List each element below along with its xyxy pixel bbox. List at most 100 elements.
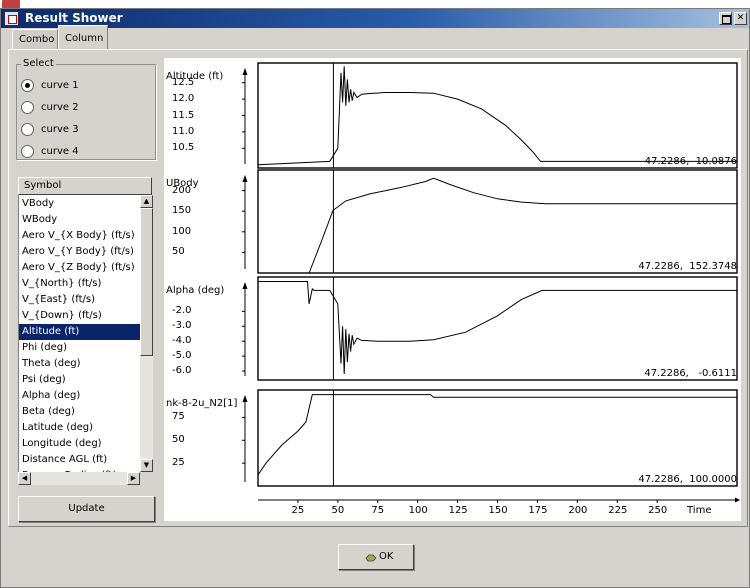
radio-button[interactable] [21,123,34,136]
x-axis-label: Time [687,505,712,516]
y-axis-arrow [242,175,248,182]
cursor-readout: 47.2286, 152.3748 [638,261,737,272]
cursor-readout: 47.2286, 10.0876 [644,156,737,167]
x-tick-label: 100 [408,505,428,516]
symbol-list-item[interactable]: WBody [19,212,140,228]
symbol-list-item[interactable]: Altitude (ft) [19,324,140,340]
radio-button[interactable] [21,79,34,92]
horizontal-scrollbar[interactable]: ◀ ▶ [18,472,140,485]
radio-label: curve 3 [41,124,79,135]
y-axis-arrow [242,395,248,402]
ok-label: OK [379,551,394,562]
tab-column[interactable]: Column [58,25,108,50]
window-menu-icon[interactable] [4,11,19,26]
plot-panel-frame [257,62,738,169]
symbol-column-header[interactable]: Symbol [18,177,152,195]
y-axis-arrow [242,68,248,75]
radio-curve-4[interactable]: curve 4 [21,144,151,160]
title-bar[interactable]: Result Shower ✕ [1,9,749,28]
scroll-thumb[interactable] [140,208,153,356]
series-line [258,281,737,375]
plot-panel-frame [257,169,738,274]
tab-combo[interactable]: Combo [12,29,58,50]
symbol-list-item[interactable]: Aero V_{Z Body} (ft/s) [19,260,140,276]
x-tick-label: 75 [371,505,385,516]
x-tick-label: 150 [488,505,508,516]
symbol-list-item[interactable]: Distance AGL (ft) [19,452,140,468]
radio-button[interactable] [21,101,34,114]
select-group-title: Select [21,58,56,69]
y-tick-label: 12.0 [172,93,195,105]
y-tick-label: 12.5 [172,76,195,88]
symbol-list-item[interactable]: Psi (deg) [19,372,140,388]
symbol-list-item[interactable]: V_{East} (ft/s) [19,292,140,308]
radio-label: curve 2 [41,102,79,113]
y-tick-label: 25 [172,457,185,469]
y-tick-label: -2.0 [172,305,192,317]
y-tick-label: -4.0 [172,335,192,347]
radio-curve-2[interactable]: curve 2 [21,100,151,116]
update-button[interactable]: Update [18,496,155,522]
x-tick-label: 125 [448,505,468,516]
plot-panel-frame [257,276,738,381]
scrollbar-corner [140,472,153,485]
symbol-list[interactable]: VBody WBody Aero V_{X Body} (ft/s) Aero V_{… [18,195,140,472]
x-tick-label: 50 [331,505,345,516]
x-tick-label: 25 [291,505,305,516]
window-title: Result Shower [25,11,123,25]
series-line [257,394,737,476]
x-tick-label: 225 [608,505,628,516]
scroll-right-icon[interactable]: ▶ [127,472,140,485]
plot-area[interactable]: Altitude (ft) 12.5 12.0 11.5 11.0 10.5 47.2286… [164,58,741,521]
plot-svg [242,62,740,503]
symbol-list-item[interactable]: Beta (deg) [19,404,140,420]
y-tick-label: 11.5 [172,109,195,121]
y-tick-label: -3.0 [172,320,192,332]
cursor-readout: 47.2286, -0.6111 [644,368,737,379]
y-tick-label: 75 [172,411,185,423]
symbol-list-item[interactable]: VBody [19,196,140,212]
radio-curve-1[interactable]: curve 1 [21,78,151,94]
scroll-down-icon[interactable]: ▼ [140,459,153,472]
y-tick-label: 50 [172,434,185,446]
y-axis-arrow [242,282,248,289]
series-line [257,66,737,166]
symbol-list-item[interactable]: Alpha (deg) [19,388,140,404]
close-icon[interactable]: ✕ [734,12,747,25]
radio-curve-3[interactable]: curve 3 [21,122,151,138]
plot-panel-frame [257,389,738,487]
symbol-list-item[interactable]: V_{North} (ft/s) [19,276,140,292]
symbol-list-item[interactable]: Longitude (deg) [19,436,140,452]
hand-ok-icon [365,554,377,562]
y-tick-label: 100 [172,225,192,237]
y-tick-label: 10.5 [172,142,195,154]
scroll-up-icon[interactable]: ▲ [140,195,153,208]
y-tick-label: -5.0 [172,350,192,362]
y-tick-label: 50 [172,246,185,258]
symbol-list-item[interactable]: Aero V_{Y Body} (ft/s) [19,244,140,260]
maximize-icon[interactable] [719,12,732,25]
symbol-list-item[interactable]: Phi (deg) [19,340,140,356]
symbol-list-item[interactable]: Aero V_{X Body} (ft/s) [19,228,140,244]
radio-label: curve 1 [41,80,79,91]
select-group: Select curve 1 curve 2 curve 3 curve 4 [16,58,156,160]
x-axis-arrow [735,497,740,503]
x-tick-label: 250 [648,505,668,516]
cursor-readout: 47.2286, 100.0000 [638,474,737,485]
ok-button[interactable]: OK [338,544,414,570]
x-tick-label: 200 [568,505,588,516]
radio-button[interactable] [21,145,34,158]
y-axis-label: Alpha (deg) [166,285,225,296]
radio-label: curve 4 [41,146,79,157]
series-line [258,177,737,274]
symbol-list-item[interactable]: Theta (deg) [19,356,140,372]
x-tick-label: 175 [528,505,548,516]
scroll-left-icon[interactable]: ◀ [18,472,31,485]
y-tick-label: 150 [172,205,192,217]
y-tick-label: 11.0 [172,125,195,137]
symbol-list-item[interactable]: V_{Down} (ft/s) [19,308,140,324]
y-tick-label: -6.0 [172,365,192,377]
y-axis-label: nk-8-2u_N2[1] [166,398,238,409]
vertical-scrollbar[interactable]: ▲ ▼ [140,195,153,472]
symbol-list-item[interactable]: Latitude (deg) [19,420,140,436]
